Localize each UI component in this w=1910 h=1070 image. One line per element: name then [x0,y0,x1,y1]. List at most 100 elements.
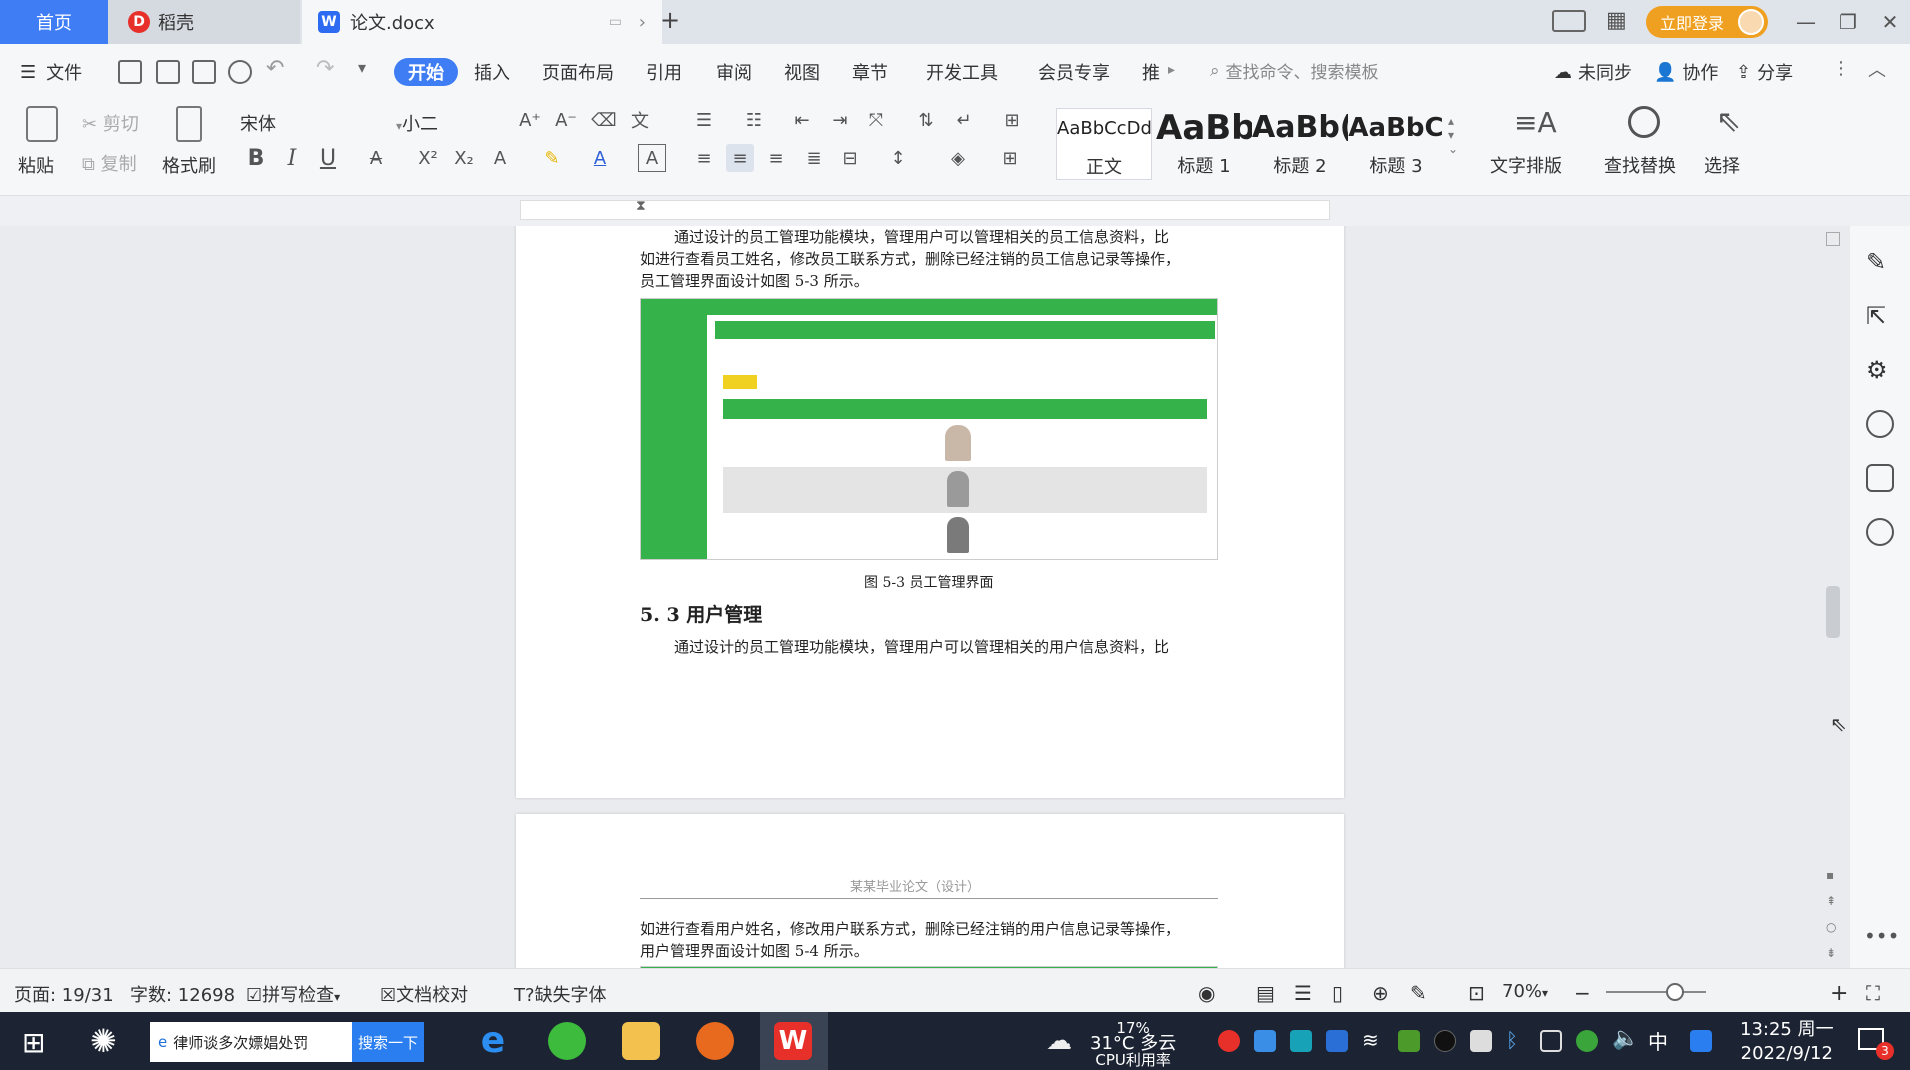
layout-icon[interactable] [1552,10,1586,32]
ime-indicator[interactable]: 中 [1648,1026,1668,1055]
find-replace-button[interactable]: 查找替换 [1604,152,1676,178]
close-icon[interactable]: ✕ [1874,6,1906,38]
more-vert-icon[interactable]: ⋮ [1832,58,1850,79]
export-icon[interactable] [156,60,180,84]
web-view-icon[interactable]: ⊕ [1372,981,1389,1005]
wifi-icon[interactable]: ≋ [1362,1028,1379,1052]
command-search-input[interactable]: ⌕ 查找命令、搜索模板 [1210,58,1379,84]
zoom-slider-thumb[interactable] [1666,983,1684,1001]
fullscreen-icon[interactable]: ⛶ [1866,981,1880,1005]
shield-icon[interactable] [1326,1030,1348,1052]
paste-button[interactable]: 粘贴 [18,152,54,178]
styles-scroll-icon[interactable]: ▴ ▾ ⌄ [1448,114,1458,156]
paragraph-line[interactable]: 通过设计的员工管理功能模块，管理用户可以管理相关的用户信息资料，比 [674,636,1169,657]
table-ruler-icon[interactable]: ⊞ [998,106,1026,134]
highlight-icon[interactable]: ✎ [538,144,566,172]
char-border-icon[interactable]: A [638,144,666,172]
scroll-top-icon[interactable] [1826,232,1840,246]
zoom-select[interactable]: 70%▾ [1502,981,1548,1002]
outdent-icon[interactable]: ⇤ [788,106,816,134]
more-horiz-icon[interactable]: ••• [1864,924,1899,948]
word-count[interactable]: 字数: 12698 [130,981,235,1007]
paragraph-line[interactable]: 员工管理界面设计如图 5-3 所示。 [640,270,869,291]
pinyin-icon[interactable]: 文 [626,106,654,134]
media-app-icon[interactable] [696,1022,734,1060]
restore-icon[interactable]: ❐ [1832,6,1864,38]
menu-chapter[interactable]: 章节 [852,58,888,86]
text-effect-icon[interactable]: A [486,144,514,172]
usb-icon[interactable] [1540,1030,1562,1052]
figure-caption[interactable]: 图 5-3 员工管理界面 [864,572,993,592]
distribute-icon[interactable]: ⊟ [836,144,864,172]
find-icon[interactable] [1628,106,1660,138]
paragraph-line[interactable]: 如进行查看用户姓名，修改用户联系方式，删除已经注销的用户信息记录等操作， [640,918,1180,939]
collab-button[interactable]: 👤 协作 [1654,58,1718,86]
sync-button[interactable]: ☁ 未同步 [1554,58,1632,86]
menu-start[interactable]: 开始 [394,58,458,86]
shading-icon[interactable]: ◈ [944,144,972,172]
vertical-scrollbar[interactable]: ▪ ⇞ ○ ⇟ [1824,226,1844,968]
align-right-icon[interactable]: ≡ [762,144,790,172]
volume-icon[interactable]: 🔈 [1612,1026,1639,1051]
print-icon[interactable] [192,60,216,84]
paste-icon[interactable] [26,106,58,142]
bullet-list-icon[interactable]: ☰ [690,106,718,134]
chinese-layout-icon[interactable]: ⤧ [862,106,890,134]
apps-grid-icon[interactable]: ▦ [1606,8,1627,33]
align-center-icon[interactable]: ≡ [726,144,754,172]
style-heading-1[interactable]: AaBb 标题 1 [1156,108,1252,180]
menu-more-icon[interactable]: ▸ [1168,62,1175,78]
copy-button[interactable]: ⧉ 复制 [82,150,137,176]
strikethrough-icon[interactable]: A [362,144,390,172]
menu-recommend[interactable]: 推 [1142,58,1160,86]
tray-app-red-icon[interactable] [1218,1030,1240,1052]
file-explorer-icon[interactable] [622,1022,660,1060]
font-name-select[interactable]: 宋体 [240,110,276,136]
font-grow-icon[interactable]: A⁺ [516,106,544,134]
browser-360-icon[interactable] [548,1022,586,1060]
menu-view[interactable]: 视图 [784,58,820,86]
section-heading[interactable]: 5. 3 用户管理 [640,600,762,627]
zoom-slider[interactable] [1606,991,1706,993]
page-header[interactable]: 某某毕业论文（设计） [850,876,980,895]
login-button[interactable]: 立即登录 [1646,6,1768,38]
redo-icon[interactable]: ↷ [316,56,334,81]
page-view-icon[interactable]: ▤ [1256,981,1275,1005]
swirl-app-icon[interactable]: ✺ [90,1022,117,1060]
menu-member[interactable]: 会员专享 [1038,58,1110,86]
taskbar-search-input[interactable]: e 律师谈多次嫖娼处罚 [150,1022,352,1062]
menu-developer[interactable]: 开发工具 [926,58,998,86]
minimize-icon[interactable]: — [1790,6,1822,38]
menu-insert[interactable]: 插入 [474,58,510,86]
text-layout-icon[interactable]: ≡A [1514,106,1557,139]
menu-review[interactable]: 审阅 [716,58,752,86]
qq-icon[interactable] [1434,1030,1456,1052]
show-marks-icon[interactable]: ↵ [950,106,978,134]
tab-home[interactable]: 首页 [0,0,108,44]
subscript-icon[interactable]: X₂ [450,144,478,172]
proofread-button[interactable]: ☒文档校对 [380,981,468,1007]
style-heading-2[interactable]: AaBb( 标题 2 [1252,108,1348,180]
print-preview-icon[interactable] [228,60,252,84]
zoom-out-icon[interactable]: − [1574,981,1591,1005]
tray-app-teal-icon[interactable] [1290,1030,1312,1052]
missing-font-button[interactable]: T?缺失字体 [514,981,607,1007]
tab-document[interactable]: W 论文.docx ▭ › [302,0,662,44]
eye-protect-icon[interactable]: ◉ [1198,981,1215,1005]
menu-page-layout[interactable]: 页面布局 [542,58,614,86]
tray-app-blue-icon[interactable] [1254,1030,1276,1052]
tab-daoke[interactable]: D 稻壳 [108,0,300,44]
style-heading-3[interactable]: AaBbC 标题 3 [1348,108,1444,180]
menu-references[interactable]: 引用 [646,58,682,86]
superscript-icon[interactable]: X² [414,144,442,172]
tray-app-green-icon[interactable] [1576,1030,1598,1052]
underline-icon[interactable]: U [314,144,342,172]
page-indicator[interactable]: 页面: 19/31 [14,981,114,1007]
indent-icon[interactable]: ⇥ [826,106,854,134]
weather-icon[interactable]: ☁ [1046,1026,1072,1056]
format-painter-icon[interactable] [176,106,202,142]
sort-icon[interactable]: ⇅ [912,106,940,134]
spell-check-button[interactable]: ☑拼写检查▾ [246,981,340,1007]
borders-icon[interactable]: ⊞ [996,144,1024,172]
font-size-select[interactable]: ▾小二 [396,110,438,136]
